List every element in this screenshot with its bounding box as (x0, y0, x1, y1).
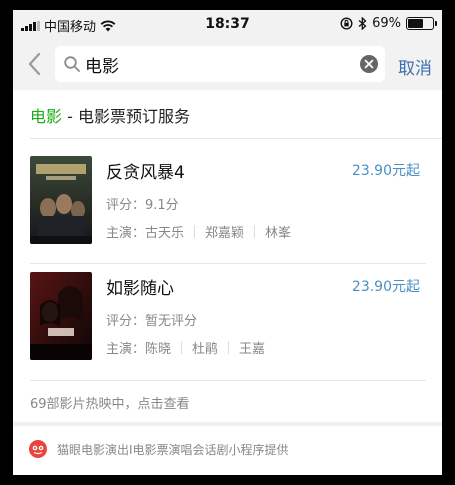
poster-image-1 (30, 156, 92, 244)
poster-image-2 (30, 272, 92, 360)
search-input[interactable] (85, 46, 345, 82)
cancel-button[interactable]: 取消 (398, 54, 432, 79)
status-bar: 中国移动 18:37 69% (13, 10, 442, 38)
cast-member: 古天乐 (145, 226, 185, 241)
battery-percent: 69% (372, 16, 401, 31)
movie-price: 23.90元起 (351, 279, 420, 295)
battery-icon (406, 17, 437, 30)
cast-separator (254, 225, 256, 238)
section-divider (30, 138, 442, 139)
section-title[interactable]: 电影 - 电影票预订服务 (30, 103, 190, 127)
section-title-rest: - 电影票预订服务 (62, 107, 190, 126)
battery-fill (408, 19, 423, 28)
status-right: 69% (340, 16, 437, 31)
cast-member: 王嘉 (239, 342, 266, 357)
movie-poster (30, 156, 92, 244)
movie-item[interactable]: 反贪风暴4 23.90元起 评分：9.1分 主演： 古天乐 郑嘉颖 林峯 (30, 156, 426, 252)
cast-separator (228, 341, 230, 354)
clear-search-icon[interactable] (359, 54, 379, 74)
movie-item[interactable]: 如影随心 23.90元起 评分：暂无评分 主演： 陈晓 杜鹃 王嘉 (30, 272, 426, 368)
cast-label: 主演： (106, 226, 146, 241)
row-divider (30, 263, 426, 264)
section-title-accent: 电影 (30, 107, 63, 126)
phone-screen: 中国移动 18:37 69% 电影 取消 电影 - 电影票预订服务 反贪风暴4 … (13, 10, 442, 475)
movie-poster (30, 272, 92, 360)
search-icon (64, 56, 80, 72)
footer: 猫眼电影演出I电影票演唱会话剧小程序提供 (13, 426, 442, 475)
bluetooth-icon (358, 17, 367, 30)
search-bar: 取消 (13, 38, 442, 90)
movie-title: 反贪风暴4 (106, 163, 185, 183)
cast-label: 主演： (106, 342, 146, 357)
orientation-lock-icon (340, 17, 353, 30)
cast-separator (194, 225, 196, 238)
movie-title: 如影随心 (106, 279, 174, 299)
more-movies-link[interactable]: 69部影片热映中，点击查看 (30, 393, 190, 412)
movie-cast: 主演： 陈晓 杜鹃 王嘉 (106, 338, 265, 357)
cast-member: 郑嘉颖 (205, 226, 245, 241)
search-box[interactable] (55, 46, 385, 82)
movie-cast: 主演： 古天乐 郑嘉颖 林峯 (106, 222, 291, 241)
cast-member: 杜鹃 (192, 342, 219, 357)
movie-price: 23.90元起 (351, 163, 420, 179)
row-divider (30, 380, 426, 381)
movie-rating: 评分：9.1分 (106, 198, 179, 213)
back-chevron-icon[interactable] (25, 50, 45, 78)
cast-member: 林峯 (265, 226, 292, 241)
movie-rating: 评分：暂无评分 (106, 314, 198, 329)
footer-provider-text: 猫眼电影演出I电影票演唱会话剧小程序提供 (57, 443, 289, 457)
cast-separator (181, 341, 183, 354)
cast-member: 陈晓 (145, 342, 172, 357)
maoyan-logo-icon (29, 440, 47, 458)
